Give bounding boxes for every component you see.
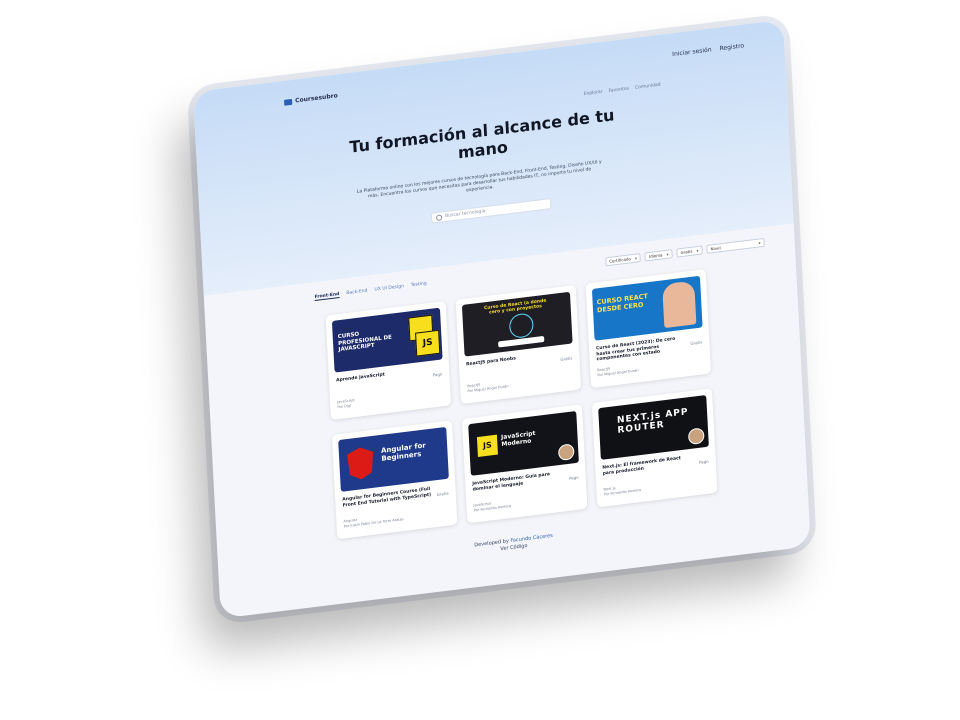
course-price: Pago (568, 474, 579, 481)
course-thumbnail: CURSO REACT DESDE CERO (591, 275, 703, 341)
course-card[interactable]: Angular for Beginners Angular for Beginn… (331, 420, 458, 540)
course-price: Gratis (690, 339, 703, 346)
chevron-down-icon: ▾ (758, 240, 761, 246)
course-card[interactable]: JS JavaScript Moderno JavaScript Moderno… (461, 404, 588, 524)
thumbnail-text: Curso de React (a donde cero y con proye… (483, 298, 547, 316)
course-price: Pago (432, 371, 443, 378)
course-meta: Next.js Por Fernando Herrera (603, 483, 641, 498)
tab-front-end[interactable]: Front-End (314, 292, 340, 302)
tab-back-end[interactable]: Back-End (346, 289, 367, 298)
chevron-down-icon: ▾ (634, 255, 638, 261)
course-card[interactable]: Curso de React (a donde cero y con proye… (455, 285, 582, 405)
course-meta: JavaScript Por Digi (337, 398, 355, 410)
price-select[interactable]: Gratis ▾ (676, 245, 703, 258)
graduation-cap-icon (283, 98, 293, 106)
channel-badge (498, 335, 545, 348)
course-meta: ReactJS Por Miguel Ángel Durán (597, 363, 639, 378)
search-icon (435, 213, 443, 221)
thumbnail-text: NEXT.js APP ROUTER (616, 407, 689, 436)
chevron-down-icon: ▾ (696, 247, 699, 254)
course-author: Por Digi (337, 403, 352, 410)
tab-ux-ui-design[interactable]: UX UI Design (374, 284, 404, 294)
course-title: Curso de React (2023): De cero hasta cre… (595, 336, 676, 363)
instructor-avatar (687, 427, 705, 446)
instructor-avatar (662, 280, 697, 329)
course-thumbnail: Angular for Beginners (338, 426, 449, 492)
language-select[interactable]: Idioma ▾ (644, 249, 673, 262)
course-meta: Angular Por Justin Fabio De La Torre Ara… (343, 512, 403, 529)
select-label: Idioma (648, 252, 663, 260)
instructor-avatar (557, 443, 575, 462)
course-thumbnail: JS JavaScript Moderno (468, 410, 579, 476)
course-grid: JS CURSO PROFESIONAL DE JAVASCRIPT Apren… (325, 269, 718, 540)
thumbnail-text: CURSO REACT DESDE CERO (596, 292, 649, 315)
course-price: Gratis (560, 355, 573, 362)
javascript-logo-icon: JS (415, 329, 441, 357)
course-thumbnail: JS CURSO PROFESIONAL DE JAVASCRIPT (331, 307, 443, 373)
thumbnail-text: CURSO PROFESIONAL DE JAVASCRIPT (337, 331, 393, 354)
register-link[interactable]: Registro (719, 42, 744, 52)
course-price: Gratis (436, 490, 449, 498)
course-card[interactable]: NEXT.js APP ROUTER Next.js: El framework… (591, 388, 718, 508)
certificate-select[interactable]: Certificado ▾ (604, 253, 642, 267)
thumbnail-text: JavaScript Moderno (500, 429, 536, 449)
thumbnail-text: Angular for Beginners (380, 441, 426, 463)
select-label: Nivel (710, 245, 721, 252)
course-card[interactable]: JS CURSO PROFESIONAL DE JAVASCRIPT Apren… (325, 300, 452, 421)
level-select[interactable]: Nivel ▾ (706, 237, 765, 254)
angular-logo-icon (347, 446, 375, 481)
course-meta: JavaScript Por Fernando Herrera (473, 499, 511, 514)
javascript-logo-icon: JS (476, 434, 498, 458)
course-price: Pago (698, 458, 709, 465)
search-placeholder: Buscar tecnología (445, 209, 486, 220)
course-thumbnail: Curso de React (a donde cero y con proye… (461, 291, 573, 357)
chevron-down-icon: ▾ (666, 251, 669, 257)
select-label: Certificado (609, 256, 632, 264)
category-tabs: Front-End Back-End UX UI Design Testing (314, 281, 427, 302)
course-thumbnail: NEXT.js APP ROUTER (598, 394, 709, 460)
course-meta: ReactJS Por Miguel Ángel Durán (467, 379, 509, 394)
tab-testing[interactable]: Testing (411, 281, 427, 289)
course-card[interactable]: CURSO REACT DESDE CERO Curso de React (2… (585, 269, 712, 389)
react-logo-icon (508, 312, 534, 340)
select-label: Gratis (680, 248, 693, 256)
source-code-link[interactable]: Ver Código (219, 508, 809, 587)
app-window: Coursesubro Iniciar sesión Registro Expl… (193, 19, 811, 619)
